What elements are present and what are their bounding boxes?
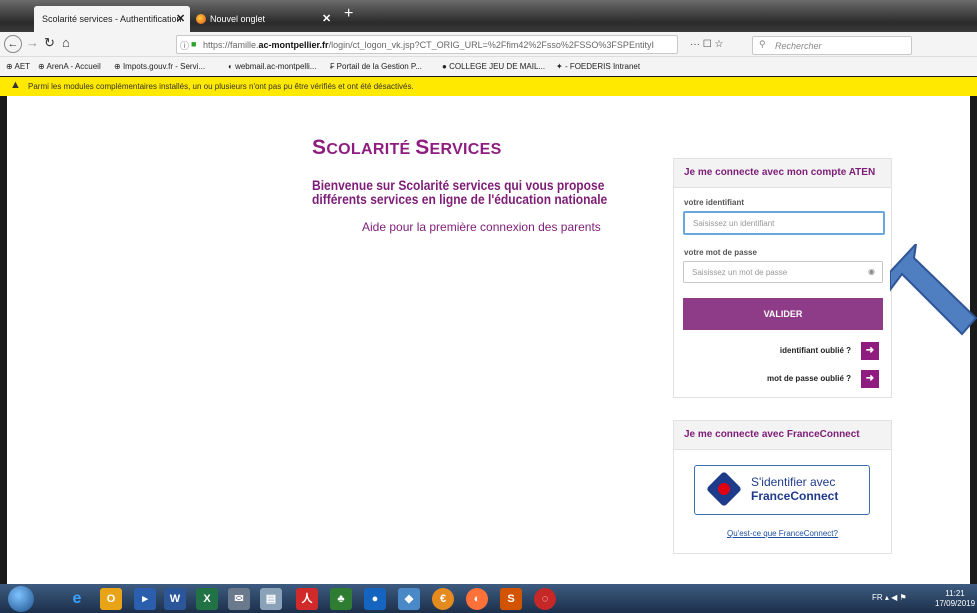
slides-icon[interactable]: S: [500, 588, 522, 610]
reload-icon[interactable]: ↻: [44, 35, 55, 51]
page-actions-icons[interactable]: ··· ☐ ☆: [690, 39, 723, 50]
start-button[interactable]: [8, 586, 34, 612]
url-text: https://famille.ac-montpellier.fr/login/…: [203, 40, 654, 50]
app-icon[interactable]: ♣: [330, 588, 352, 610]
close-icon[interactable]: ✕: [322, 12, 331, 25]
forgot-password-link[interactable]: mot de passe oublié ? ➜: [767, 370, 879, 388]
welcome-text: Bienvenue sur Scolarité services qui vou…: [312, 177, 608, 207]
arrow-right-icon[interactable]: ➜: [861, 370, 879, 388]
ie-icon[interactable]: e: [66, 588, 88, 610]
excel-icon[interactable]: X: [196, 588, 218, 610]
warning-icon: ▲: [10, 79, 21, 91]
eye-icon[interactable]: ◉: [868, 267, 875, 276]
identifier-input[interactable]: Saisissez un identifiant: [683, 211, 885, 235]
back-icon[interactable]: ←: [4, 35, 22, 53]
annotation-arrow: [890, 244, 977, 336]
bookmark-item[interactable]: ● COLLEGE JEU DE MAIL...: [442, 62, 545, 71]
firefox-icon[interactable]: ◐: [466, 588, 488, 610]
clock[interactable]: 11:21 17/09/2019: [935, 589, 975, 609]
windows-taskbar: e O ▸ W X ✉ ▤ 人 ♣ ● ◆ € ◐ S ◌ FR ▴ ◀ ⚑ 1…: [0, 584, 977, 613]
bookmark-item[interactable]: ⊕ AET: [6, 62, 30, 71]
aten-login-panel: Je me connecte avec mon compte ATEN votr…: [673, 158, 892, 398]
forgot-id-link[interactable]: identifiant oublié ? ➜: [780, 342, 879, 360]
bookmark-item[interactable]: ✦ - FOEDERIS Intranet: [556, 62, 640, 71]
app-icon[interactable]: ◌: [534, 588, 556, 610]
browser-tab-bar: Scolarité services - Authentification ✕ …: [0, 0, 977, 32]
tab-title: Scolarité services - Authentification: [42, 14, 182, 24]
bookmark-item[interactable]: ⊕ ArenA - Accueil: [38, 62, 101, 71]
fc-line1: S'identifier avec: [751, 475, 836, 489]
panel-heading: Je me connecte avec FranceConnect: [674, 421, 891, 450]
franceconnect-logo-icon: [705, 470, 743, 508]
firefox-icon: [196, 14, 206, 24]
addon-warning-bar: ▲ Parmi les modules complémentaires inst…: [0, 77, 977, 96]
password-label: votre mot de passe: [684, 248, 757, 257]
word-icon[interactable]: W: [164, 588, 186, 610]
fc-line2: FranceConnect: [751, 489, 839, 503]
app-icon[interactable]: ◆: [398, 588, 420, 610]
site-logo: SCOLARITÉ SERVICES: [312, 136, 502, 159]
mail-icon[interactable]: ✉: [228, 588, 250, 610]
lock-icon: ■: [191, 39, 197, 49]
outlook-icon[interactable]: O: [100, 588, 122, 610]
tab-new[interactable]: Nouvel onglet ✕: [192, 6, 332, 32]
url-bar[interactable]: ⓘ ■ https://famille.ac-montpellier.fr/lo…: [176, 35, 678, 54]
bookmarks-bar: ⊕ AET ⊕ ArenA - Accueil ⊕ Impots.gouv.fr…: [0, 57, 977, 76]
arrow-right-icon[interactable]: ➜: [861, 342, 879, 360]
new-tab-button[interactable]: +: [344, 5, 353, 23]
franceconnect-panel: Je me connecte avec FranceConnect S'iden…: [673, 420, 892, 554]
help-link[interactable]: Aide pour la première connexion des pare…: [362, 220, 601, 234]
pdf-icon[interactable]: 人: [296, 588, 318, 610]
panel-heading: Je me connecte avec mon compte ATEN: [674, 159, 891, 188]
screen: Scolarité services - Authentification ✕ …: [0, 0, 977, 613]
bookmark-item[interactable]: ⊕ Impots.gouv.fr - Servi...: [114, 62, 205, 71]
forward-icon[interactable]: →: [26, 35, 39, 50]
system-tray[interactable]: FR ▴ ◀ ⚑: [872, 593, 907, 602]
notepad-icon[interactable]: ▤: [260, 588, 282, 610]
app-icon[interactable]: €: [432, 588, 454, 610]
password-input[interactable]: Saisissez un mot de passe ◉: [683, 261, 883, 283]
app-icon[interactable]: ●: [364, 588, 386, 610]
close-icon[interactable]: ✕: [176, 12, 185, 25]
search-icon: ⚲: [759, 39, 766, 49]
bookmark-item[interactable]: ◐ webmail.ac-montpelli...: [228, 62, 316, 71]
what-is-franceconnect-link[interactable]: Qu'est-ce que FranceConnect?: [674, 529, 891, 538]
info-icon[interactable]: ⓘ: [180, 39, 189, 52]
search-input[interactable]: ⚲ Rechercher: [752, 36, 912, 55]
tab-scolarite[interactable]: Scolarité services - Authentification ✕: [34, 6, 190, 32]
home-icon[interactable]: ⌂: [62, 35, 70, 50]
franceconnect-button[interactable]: S'identifier avec FranceConnect: [694, 465, 870, 515]
valider-button[interactable]: VALIDER: [683, 298, 883, 330]
app-icon[interactable]: ▸: [134, 588, 156, 610]
bookmark-item[interactable]: ₣ Portail de la Gestion P...: [330, 62, 422, 71]
id-label: votre identifiant: [684, 198, 745, 207]
tab-title: Nouvel onglet: [210, 14, 266, 24]
navigation-bar: ← → ↻ ⌂ ⓘ ■ https://famille.ac-montpelli…: [0, 32, 977, 57]
page-content: SCOLARITÉ SERVICES Bienvenue sur Scolari…: [7, 96, 970, 584]
